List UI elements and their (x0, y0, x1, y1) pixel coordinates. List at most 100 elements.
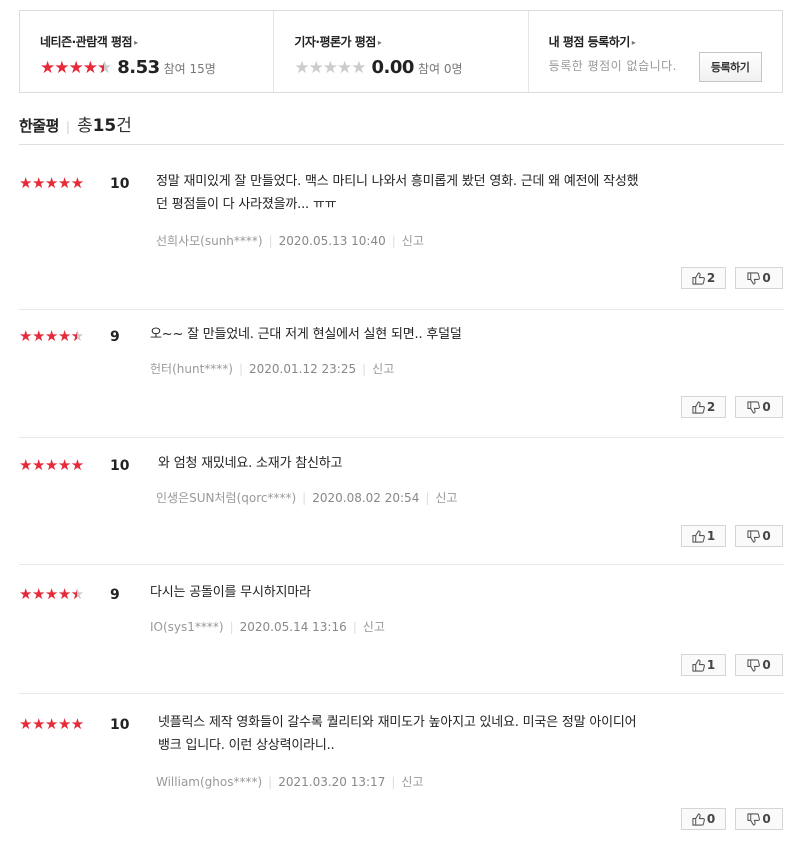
review-divider (19, 309, 784, 310)
report-link[interactable]: 신고 (435, 491, 457, 505)
review-score: 9 (110, 329, 120, 345)
netizen-score: 8.53 (117, 57, 160, 78)
review-meta: IO(sys1****) | 2020.05.14 13:16 | 신고 (150, 620, 385, 634)
review-text-line: 넷플릭스 제작 영화들이 갈수록 퀄리티와 재미도가 높아지고 있네요. 미국은… (158, 715, 637, 730)
review-text: 정말 재미있게 잘 만들었다. 맥스 마티니 나와서 흥미롭게 봤던 영화. 근… (156, 170, 776, 216)
register-rating-button[interactable]: 등록하기 (698, 52, 762, 82)
my-rating-title-text[interactable]: 내 평점 등록하기 (549, 35, 631, 49)
review-author[interactable]: 헌터(hunt****) (150, 362, 233, 376)
like-button[interactable]: 1 (681, 654, 726, 676)
thumbs-down-icon (747, 271, 761, 285)
critic-rating-section: 기자·평론가 평점 ▸ ★★★★★ 0.00 참여 0명 (274, 11, 529, 92)
thumbs-up-icon (692, 658, 705, 672)
dislike-button[interactable]: 0 (735, 267, 783, 289)
critic-score: 0.00 (371, 57, 415, 78)
thumbs-down-icon (747, 812, 761, 826)
thumbs-up-icon (692, 529, 705, 543)
like-count: 2 (706, 400, 716, 414)
review-divider (19, 437, 784, 438)
netizen-participants: 참여 15명 (163, 62, 216, 76)
report-link[interactable]: 신고 (372, 362, 394, 376)
dislike-count: 0 (762, 658, 771, 672)
reviews-header-title: 한줄평 (19, 117, 59, 135)
dislike-button[interactable]: 0 (735, 396, 783, 418)
review-score: 10 (110, 176, 130, 192)
thumbs-up-icon (692, 812, 705, 826)
critic-rating-title[interactable]: 기자·평론가 평점 ▸ (294, 33, 527, 50)
review-date: 2020.08.02 20:54 (312, 491, 420, 505)
review-text: 와 엄청 재밌네요. 소재가 참신하고 (158, 452, 778, 475)
like-count: 2 (706, 271, 716, 285)
like-button[interactable]: 1 (681, 525, 726, 547)
reviews-total-label: 총 (76, 116, 93, 136)
like-count: 1 (706, 529, 716, 543)
thumbs-up-icon (692, 271, 705, 285)
netizen-rating-title[interactable]: 네티즌·관람객 평점 ▸ (40, 33, 273, 50)
my-rating-section: 내 평점 등록하기 ▸ 등록한 평점이 없습니다. 등록하기 (529, 11, 782, 92)
review-meta: 헌터(hunt****) | 2020.01.12 23:25 | 신고 (150, 362, 395, 376)
dislike-button[interactable]: 0 (735, 654, 783, 676)
review-star-rating: ★★★★★ (19, 456, 84, 474)
review-divider (19, 693, 784, 694)
review-divider (19, 564, 784, 565)
review-text: 다시는 공돌이를 무시하지마라 (150, 581, 770, 604)
arrow-right-icon: ▸ (631, 38, 636, 47)
report-link[interactable]: 신고 (363, 620, 385, 634)
dislike-count: 0 (762, 400, 771, 414)
reviews-total-count: 15 (92, 116, 117, 136)
netizen-rating-section: 네티즌·관람객 평점▸ ★★★★★ 8.53 참여 15명 (20, 11, 275, 92)
review-star-rating: ★★★★★ (19, 587, 84, 603)
review-text-line: 뱅크 입니다. 이런 상상력이라니.. (158, 738, 335, 753)
review-date: 2020.05.13 10:40 (278, 234, 386, 248)
review-author[interactable]: 선희사모(sunh****) (156, 234, 263, 248)
my-rating-empty-message: 등록한 평점이 없습니다. (548, 59, 678, 73)
review-score: 10 (110, 458, 130, 474)
review-author[interactable]: IO(sys1****) (150, 620, 224, 634)
review-score: 10 (110, 717, 130, 733)
arrow-right-icon: ▸ (377, 38, 382, 47)
dislike-button[interactable]: 0 (735, 808, 783, 830)
review-score: 9 (110, 587, 120, 603)
dislike-button[interactable]: 0 (735, 525, 783, 547)
review-author[interactable]: 인생은SUN처럼(qorc****) (156, 491, 296, 505)
critic-star-rating: ★★★★★ (294, 58, 366, 78)
report-link[interactable]: 신고 (402, 234, 424, 248)
review-star-rating: ★★★★★ (19, 329, 84, 345)
dislike-count: 0 (762, 812, 771, 826)
report-link[interactable]: 신고 (401, 775, 423, 789)
like-button[interactable]: 0 (681, 808, 726, 830)
review-text-line: 오~~ 잘 만들었네. 근대 저게 현실에서 실현 되면.. 후덜덜 (150, 327, 462, 342)
review-meta: 선희사모(sunh****) | 2020.05.13 10:40 | 신고 (156, 234, 424, 248)
rating-summary-box: 네티즌·관람객 평점▸ ★★★★★ 8.53 참여 15명 기자·평론가 평점▸… (19, 10, 783, 93)
review-text-line: 다시는 공돌이를 무시하지마라 (150, 585, 311, 600)
review-star-rating: ★★★★★ (19, 715, 84, 733)
review-text: 오~~ 잘 만들었네. 근대 저게 현실에서 실현 되면.. 후덜덜 (150, 323, 770, 346)
review-text-line: 와 엄청 재밌네요. 소재가 참신하고 (158, 456, 343, 471)
thumbs-down-icon (747, 400, 761, 414)
critic-rating-title-text[interactable]: 기자·평론가 평점 (294, 35, 376, 49)
like-count: 1 (706, 658, 716, 672)
reviews-total-unit: 건 (116, 116, 132, 136)
review-author[interactable]: William(ghos****) (156, 775, 262, 789)
like-button[interactable]: 2 (681, 396, 726, 418)
review-date: 2021.03.20 13:17 (278, 775, 386, 789)
arrow-right-icon: ▸ (134, 38, 138, 47)
thumbs-up-icon (692, 400, 705, 414)
review-text-line: 정말 재미있게 잘 만들었다. 맥스 마티니 나와서 흥미롭게 봤던 영화. 근… (156, 174, 639, 189)
thumbs-down-icon (747, 658, 761, 672)
critic-participants: 참여 0명 (417, 62, 463, 76)
my-rating-title[interactable]: 내 평점 등록하기 ▸ (549, 33, 782, 50)
netizen-rating-title-text[interactable]: 네티즌·관람객 평점 (40, 35, 133, 49)
review-star-rating: ★★★★★ (19, 174, 84, 192)
header-divider-line (19, 144, 784, 145)
review-date: 2020.05.14 13:16 (239, 620, 347, 634)
header-divider: | (65, 120, 70, 134)
review-date: 2020.01.12 23:25 (249, 362, 357, 376)
thumbs-down-icon (747, 529, 761, 543)
review-meta: 인생은SUN처럼(qorc****) | 2020.08.02 20:54 | 신고 (156, 491, 458, 505)
review-text: 넷플릭스 제작 영화들이 갈수록 퀄리티와 재미도가 높아지고 있네요. 미국은… (158, 711, 778, 757)
review-meta: William(ghos****) | 2021.03.20 13:17 | 신고 (156, 775, 424, 789)
like-button[interactable]: 2 (681, 267, 726, 289)
dislike-count: 0 (762, 529, 771, 543)
netizen-star-rating: ★★★★★ (40, 60, 112, 78)
